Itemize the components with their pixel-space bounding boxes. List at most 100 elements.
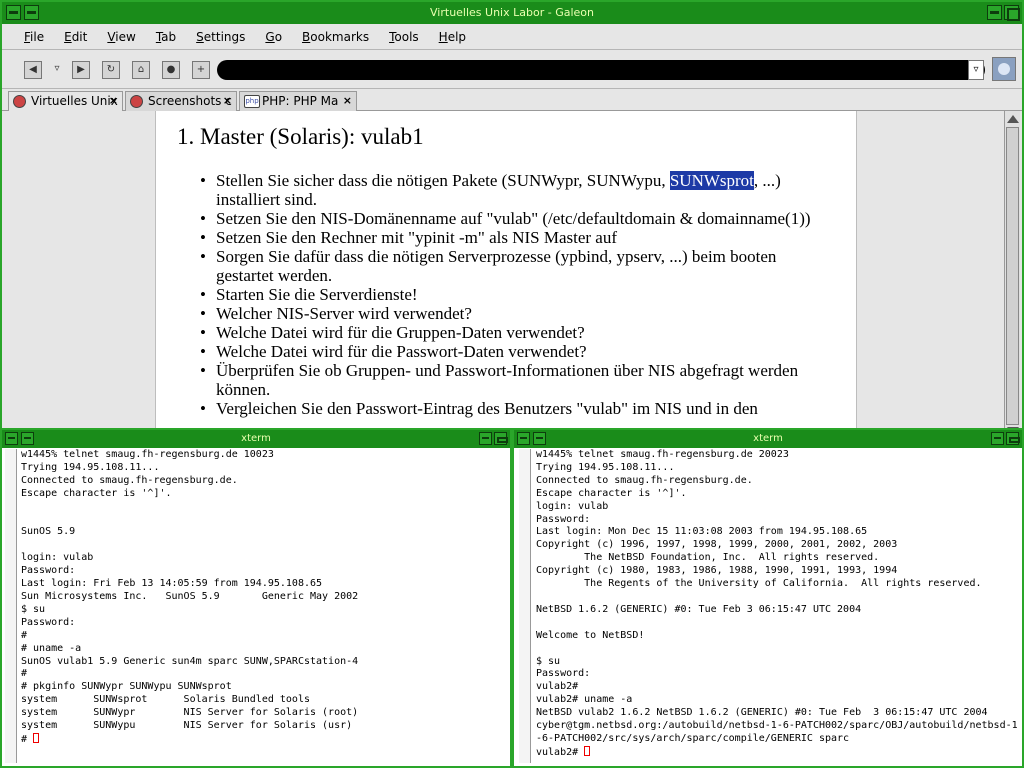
- terminal-output[interactable]: w1445% telnet smaug.fh-regensburg.de 100…: [21, 449, 511, 747]
- terminal-line: Escape character is '^]'.: [536, 487, 687, 499]
- menu-settings[interactable]: Settings: [196, 30, 245, 44]
- galeon-window: Virtuelles Unix Labor - Galeon File Edit…: [0, 0, 1024, 430]
- maximize-button[interactable]: [1004, 5, 1020, 21]
- window-menu-button[interactable]: [5, 432, 18, 445]
- window-titlebar[interactable]: Virtuelles Unix Labor - Galeon: [2, 2, 1022, 24]
- back-history-dropdown-icon[interactable]: ▿: [48, 61, 66, 79]
- terminal-line: # pkginfo SUNWypr SUNWypu SUNWsprot: [21, 681, 232, 693]
- xterm-title: xterm: [753, 433, 783, 444]
- terminal-line: -6-PATCH002/src/sys/arch/sparc/compile/G…: [536, 732, 850, 744]
- terminal-prompt-line[interactable]: #: [21, 732, 511, 747]
- home-icon[interactable]: ⌂: [132, 61, 150, 79]
- menu-go[interactable]: Go: [265, 30, 282, 44]
- forward-arrow-icon[interactable]: ▶: [72, 61, 90, 79]
- terminal-line: Welcome to NetBSD!: [536, 629, 645, 641]
- menu-bookmarks[interactable]: Bookmarks: [302, 30, 369, 44]
- tab-virtuelles-unix[interactable]: Virtuelles Unix ×: [8, 91, 123, 112]
- terminal-line: Last login: Fri Feb 13 14:05:59 from 194…: [21, 578, 323, 590]
- terminal-output[interactable]: w1445% telnet smaug.fh-regensburg.de 200…: [536, 449, 1024, 760]
- minimize-button[interactable]: [987, 5, 1002, 20]
- terminal-line: Password:: [536, 668, 591, 680]
- terminal-line: Trying 194.95.108.11...: [536, 461, 675, 473]
- url-input[interactable]: [217, 60, 985, 80]
- window-shade-button[interactable]: [533, 432, 546, 445]
- new-tab-plus-icon[interactable]: +: [192, 61, 210, 79]
- list-item: Setzen Sie den NIS-Domänenname auf "vula…: [200, 209, 834, 228]
- list-item: Welche Datei wird für die Passwort-Daten…: [200, 342, 834, 361]
- reload-icon[interactable]: ↻: [102, 61, 120, 79]
- browser-content: 1. Master (Solaris): vulab1 Stellen Sie …: [2, 111, 1022, 428]
- page-heading: 1. Master (Solaris): vulab1: [177, 124, 424, 149]
- terminal-line: system SUNWypr NIS Server for Solaris (r…: [21, 707, 359, 719]
- tab-close-icon[interactable]: ×: [343, 92, 352, 110]
- window-title: Virtuelles Unix Labor - Galeon: [430, 6, 594, 19]
- php-favicon-icon: php: [244, 95, 260, 108]
- menu-edit[interactable]: Edit: [64, 30, 87, 44]
- galeon-favicon-icon: [130, 95, 143, 108]
- web-page: 1. Master (Solaris): vulab1 Stellen Sie …: [155, 111, 857, 428]
- terminal-line: Connected to smaug.fh-regensburg.de.: [536, 474, 753, 486]
- terminal-prompt-line[interactable]: vulab2#: [536, 745, 1024, 760]
- xterm-scrollbar[interactable]: [5, 449, 17, 763]
- xterm-window-right[interactable]: xterm w1445% telnet smaug.fh-regensburg.…: [512, 428, 1024, 768]
- navigation-toolbar: ◀ ▿ ▶ ↻ ⌂ ● + ▿: [2, 51, 1022, 89]
- back-arrow-icon[interactable]: ◀: [24, 61, 42, 79]
- menu-help[interactable]: Help: [439, 30, 466, 44]
- xterm-title: xterm: [241, 433, 271, 444]
- xterm-scrollbar[interactable]: [519, 449, 531, 763]
- terminal-line: #: [21, 629, 28, 641]
- menu-view[interactable]: View: [107, 30, 135, 44]
- xterm-titlebar[interactable]: xterm: [514, 430, 1022, 448]
- list-item: Setzen Sie den Rechner mit "ypinit -m" a…: [200, 228, 834, 247]
- scroll-up-arrow-icon[interactable]: [1007, 115, 1019, 123]
- terminal-line: NetBSD vulab2 1.6.2 NetBSD 1.6.2 (GENERI…: [536, 707, 988, 719]
- url-history-dropdown-icon[interactable]: ▿: [968, 60, 984, 80]
- tab-bar: Virtuelles Unix × Screenshots c × php PH…: [2, 89, 1022, 112]
- page-scrollbar[interactable]: [1004, 111, 1020, 428]
- terminal-line: Sun Microsystems Inc. SunOS 5.9 Generic …: [21, 590, 359, 602]
- terminal-line: SunOS vulab1 5.9 Generic sun4m sparc SUN…: [21, 655, 359, 667]
- menu-tools[interactable]: Tools: [389, 30, 419, 44]
- terminal-line: The Regents of the University of Califor…: [536, 578, 982, 590]
- terminal-line: Connected to smaug.fh-regensburg.de.: [21, 474, 238, 486]
- terminal-line: cyber@tgm.netbsd.org:/autobuild/netbsd-1…: [536, 720, 1018, 732]
- galeon-throbber-icon[interactable]: [992, 57, 1016, 81]
- window-shade-button[interactable]: [21, 432, 34, 445]
- maximize-button[interactable]: [1006, 432, 1020, 445]
- tab-close-icon[interactable]: ×: [223, 92, 232, 110]
- minimize-button[interactable]: [991, 432, 1004, 445]
- terminal-prompt: vulab2#: [536, 746, 585, 758]
- window-menu-button[interactable]: [6, 5, 21, 20]
- selected-text[interactable]: SUNWsprot: [669, 171, 754, 190]
- terminal-line: Password:: [536, 513, 591, 525]
- tab-close-icon[interactable]: ×: [109, 92, 118, 110]
- terminal-line: NetBSD 1.6.2 (GENERIC) #0: Tue Feb 3 06:…: [536, 603, 862, 615]
- maximize-button[interactable]: [494, 432, 508, 445]
- list-item: Welche Datei wird für die Gruppen-Daten …: [200, 323, 834, 342]
- terminal-prompt: #: [21, 733, 34, 745]
- terminal-line: system SUNWsprot Solaris Bundled tools: [21, 694, 310, 706]
- terminal-line: Trying 194.95.108.11...: [21, 461, 160, 473]
- stop-icon[interactable]: ●: [162, 61, 180, 79]
- window-shade-button[interactable]: [24, 5, 39, 20]
- terminal-line: vulab2# uname -a: [536, 694, 633, 706]
- scrollbar-thumb[interactable]: [1006, 127, 1019, 425]
- window-menu-button[interactable]: [517, 432, 530, 445]
- terminal-line: system SUNWypu NIS Server for Solaris (u…: [21, 720, 353, 732]
- tab-screenshots[interactable]: Screenshots c ×: [125, 91, 237, 111]
- xterm-titlebar[interactable]: xterm: [2, 430, 510, 448]
- menu-tab[interactable]: Tab: [156, 30, 176, 44]
- terminal-line: w1445% telnet smaug.fh-regensburg.de 100…: [21, 449, 274, 460]
- minimize-button[interactable]: [479, 432, 492, 445]
- galeon-favicon-icon: [13, 95, 26, 108]
- tab-php-manual[interactable]: php PHP: PHP Ma ×: [239, 91, 357, 111]
- terminal-cursor: [33, 732, 40, 743]
- xterm-window-left[interactable]: xterm w1445% telnet smaug.fh-regensburg.…: [0, 428, 512, 768]
- menu-file[interactable]: File: [24, 30, 44, 44]
- terminal-line: login: vulab: [536, 500, 609, 512]
- terminal-cursor: [584, 745, 591, 756]
